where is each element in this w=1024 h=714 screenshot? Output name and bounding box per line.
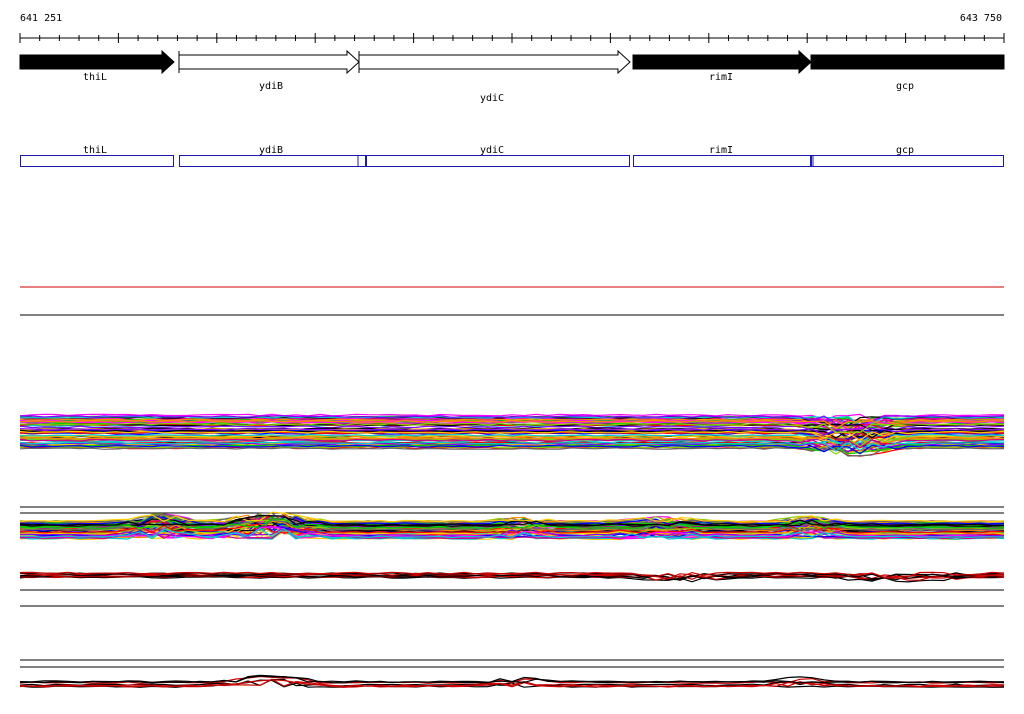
gene-arrow [19,49,175,75]
gene-ydiB[interactable]: ydiB [178,49,360,92]
expression-profile-band-4 [19,674,1005,688]
feature-label: rimI [709,145,733,156]
gene-rimI[interactable]: rimI [632,49,812,83]
guide-lines [20,286,1004,668]
gene-label: ydiB [259,81,283,92]
feature-label: ydiB [259,145,283,156]
gene-label: ydiC [480,93,504,104]
gene-gcp[interactable]: gcp [810,54,1005,92]
feature-label: gcp [896,145,914,156]
gene-arrow [632,49,812,75]
feature-box-track: thiL ydiB ydiC rimI gcp [20,145,1004,167]
feature-box [20,155,174,167]
gene-thiL[interactable]: thiL [19,49,175,83]
gene-ydiC[interactable]: ydiC [358,49,631,104]
gene-label: thiL [83,72,107,83]
feature-thiL[interactable]: thiL [20,145,174,167]
gene-arrow [178,49,360,75]
profile-line [19,675,1005,684]
feature-gcp[interactable]: gcp [811,145,1004,167]
gene-arrow [810,54,1005,70]
feature-label: thiL [83,145,107,156]
feature-label: ydiC [480,145,504,156]
expression-profile-band-1 [19,413,1005,457]
feature-box [811,155,1004,167]
feature-box [179,155,366,167]
genome-browser-viewer: 641 251 643 750 thiL ydiB ydiC rimI gcp thiL… [0,0,1024,714]
coordinate-ruler [19,33,1005,43]
gene-label: gcp [896,81,914,92]
feature-rimI[interactable]: rimI [633,145,811,167]
gene-label: rimI [709,72,733,83]
gene-arrow-track: thiL ydiB ydiC rimI gcp [19,49,1005,104]
expression-profile-band-3 [19,571,1005,583]
feature-box [633,155,811,167]
feature-box [366,155,630,167]
feature-ydiC[interactable]: ydiC [366,145,630,167]
expression-profile-band-2 [19,511,1005,541]
feature-ydiB[interactable]: ydiB [179,145,366,167]
gene-arrow [358,49,631,75]
genome-track-canvas: thiL ydiB ydiC rimI gcp thiL ydiB ydiC rimI gcp [19,33,1005,688]
